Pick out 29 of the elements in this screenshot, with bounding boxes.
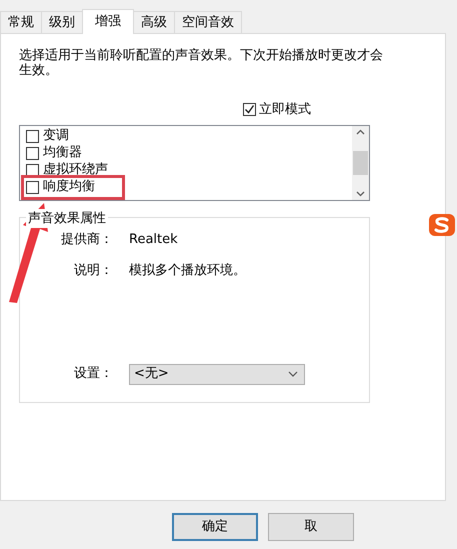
- field-label: 提供商：: [60, 230, 113, 248]
- ok-button[interactable]: 确定: [172, 513, 258, 541]
- field-value: 模拟多个播放环境。: [129, 262, 246, 280]
- scroll-up-icon[interactable]: [356, 128, 365, 134]
- group-title: 声音效果属性: [26, 208, 108, 228]
- scroll-down-icon[interactable]: [356, 190, 365, 196]
- tab[interactable]: 增强: [82, 9, 134, 34]
- scroll-thumb[interactable]: [353, 150, 368, 174]
- cancel-button[interactable]: 取: [268, 513, 354, 541]
- list-item-label: 均衡器: [43, 144, 82, 162]
- caret-icon: [288, 371, 298, 377]
- field-value: Realtek: [129, 230, 178, 248]
- checkbox[interactable]: [26, 164, 39, 176]
- scrollbar[interactable]: [352, 126, 369, 200]
- field-label: 说明：: [73, 262, 113, 280]
- list-item-label: 变调: [43, 127, 69, 146]
- checkbox-label: 立即模式: [259, 101, 311, 119]
- description-text: 选择适用于当前聆听配置的声音效果。下次开始播放时更改才会生效。: [19, 48, 384, 78]
- checkbox[interactable]: [26, 180, 39, 194]
- checkbox[interactable]: [243, 103, 256, 116]
- settings-dropdown[interactable]: <无>: [129, 364, 305, 384]
- highlighted-list-item[interactable]: 响度均衡: [25, 178, 121, 196]
- checkbox[interactable]: [26, 130, 39, 142]
- field-label: 设置：: [73, 365, 113, 384]
- checkbox[interactable]: [26, 146, 39, 160]
- tab[interactable]: 空间音效: [174, 11, 242, 33]
- input-method-icon[interactable]: [428, 212, 456, 238]
- list-item-label: 虚拟环绕声: [43, 161, 108, 179]
- tab[interactable]: 常规: [0, 11, 42, 33]
